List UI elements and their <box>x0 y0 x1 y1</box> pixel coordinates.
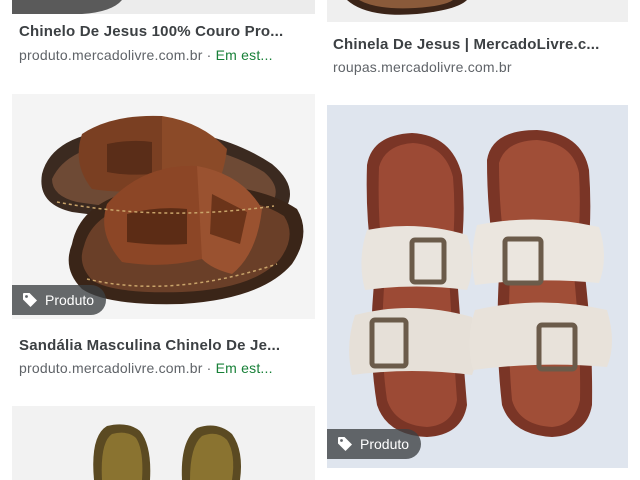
stock-status-1: Em est... <box>215 47 273 63</box>
product-image-2[interactable] <box>327 0 628 22</box>
stock-status-3: Em est... <box>215 360 273 376</box>
source-separator-3: · <box>202 360 216 376</box>
result-title-3[interactable]: Sandália Masculina Chinelo De Je... <box>19 337 309 354</box>
woven-sandals-image <box>12 406 315 480</box>
product-badge-4: Produto <box>327 429 422 459</box>
source-domain-3: produto.mercadolivre.com.br <box>19 360 203 376</box>
result-source-2[interactable]: roupas.mercadolivre.com.br <box>333 59 623 75</box>
source-separator-1: · <box>202 47 216 63</box>
product-image-3[interactable]: Produto <box>12 94 315 319</box>
badge-label-4: Produto <box>360 436 410 452</box>
product-image-5[interactable] <box>12 406 315 480</box>
product-image-4[interactable]: Produto <box>327 105 628 468</box>
buckle-sandals-image <box>327 105 628 468</box>
product-image-1[interactable] <box>12 0 315 14</box>
sandal-image-1 <box>12 0 315 14</box>
result-source-1[interactable]: produto.mercadolivre.com.br · Em est... <box>19 47 309 63</box>
tag-icon <box>338 437 352 451</box>
result-title-1[interactable]: Chinelo De Jesus 100% Couro Pro... <box>19 23 309 40</box>
sandal-image-2 <box>327 0 628 22</box>
source-domain-1: produto.mercadolivre.com.br <box>19 47 203 63</box>
product-badge-3: Produto <box>12 285 107 315</box>
result-source-3[interactable]: produto.mercadolivre.com.br · Em est... <box>19 360 309 376</box>
source-domain-2: roupas.mercadolivre.com.br <box>333 59 512 75</box>
tag-icon <box>23 293 37 307</box>
result-title-2[interactable]: Chinela De Jesus | MercadoLivre.c... <box>333 36 623 53</box>
badge-label-3: Produto <box>45 292 95 308</box>
